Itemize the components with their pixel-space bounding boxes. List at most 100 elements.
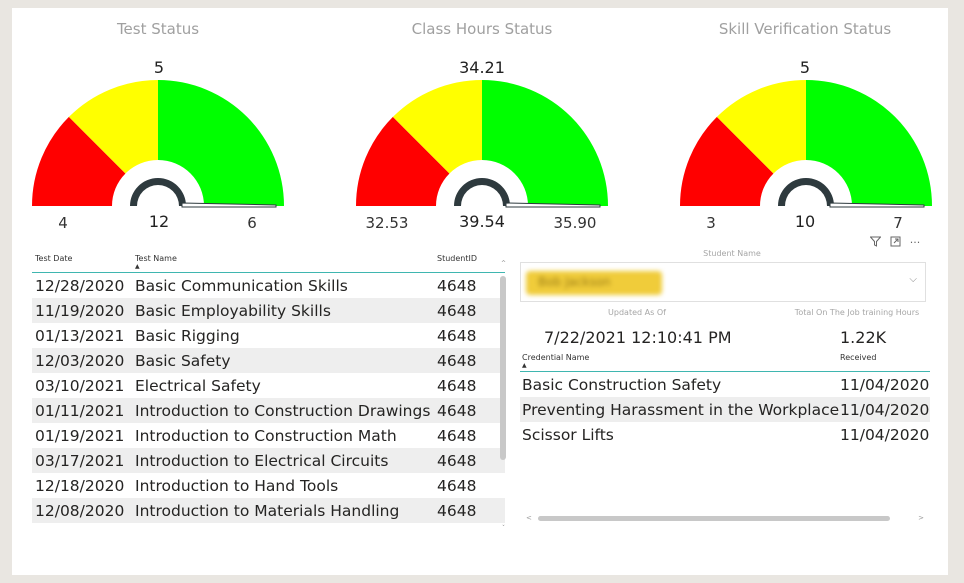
test-name-cell: Electrical Safety [135,376,261,395]
table-row[interactable]: Scissor Lifts 11/04/2020 [520,422,930,447]
test-table: Test Date Test Name StudentID ▲ 12/28/20… [32,254,505,523]
test-date-cell: 01/13/2021 [35,326,125,345]
table-row[interactable]: 01/13/2021 Basic Rigging 4648 [32,323,505,348]
student-id-cell: 4648 [437,476,477,495]
gauge-min-label: 4 [58,214,68,232]
scrollbar-thumb[interactable] [500,276,506,460]
slicer-label: Student Name [703,249,761,258]
report-canvas: Test Status 5 4 12 6 Class Hours Status … [12,8,948,575]
table-row[interactable]: 12/03/2020 Basic Safety 4648 [32,348,505,373]
gauge-chart [32,80,284,208]
test-date-cell: 12/08/2020 [35,501,125,520]
test-date-cell: 03/17/2021 [35,451,125,470]
table-row[interactable]: Preventing Harassment in the Workplace 11… [520,397,930,422]
table-header: Test Date Test Name StudentID ▲ [32,254,505,273]
received-date-cell: 11/04/2020 [840,375,930,394]
column-header-test-name[interactable]: Test Name [135,254,437,263]
table-body: 12/28/2020 Basic Communication Skills 4648… [32,273,505,523]
gauge-hub [778,178,834,206]
table-row[interactable]: 11/19/2020 Basic Employability Skills 4648 [32,298,505,323]
test-name-cell: Basic Employability Skills [135,301,331,320]
column-header-student-id[interactable]: StudentID [437,254,501,263]
chevron-down-icon[interactable]: ⌵ [909,274,917,285]
vertical-scrollbar[interactable]: ^ ˇ [499,260,508,532]
gauge-title: Class Hours Status [411,20,553,38]
gauge-value-label: 39.54 [459,212,505,231]
test-name-cell: Basic Rigging [135,326,240,345]
credential-name-cell: Preventing Harassment in the Workplace [522,400,840,419]
focus-mode-icon[interactable] [888,236,902,250]
test-name-cell: Introduction to Electrical Circuits [135,451,389,470]
column-header-credential-name[interactable]: Credential Name [520,353,840,371]
gauge-chart [356,80,608,208]
gauge-value-label: 12 [148,212,170,231]
gauge-max-label: 35.90 [553,214,597,232]
credential-name-cell: Basic Construction Safety [522,375,722,394]
student-name-value: Bob Jackson [526,271,662,295]
test-date-cell: 11/19/2020 [35,301,125,320]
table-row[interactable]: 12/18/2020 Introduction to Hand Tools 4648 [32,473,505,498]
test-name-cell: Introduction to Construction Drawings [135,401,431,420]
student-id-cell: 4648 [437,276,477,295]
gauge-chart [680,80,932,208]
sort-ascending-icon: ▲ [135,263,140,270]
credential-table: Credential Name Received ▲ Basic Constru… [520,353,930,447]
column-header-test-date[interactable]: Test Date [32,254,135,263]
visual-header-icons: ··· [868,236,922,250]
table-row[interactable]: 03/10/2021 Electrical Safety 4648 [32,373,505,398]
test-date-cell: 01/11/2021 [35,401,125,420]
gauge-title: Test Status [116,20,200,38]
student-name-slicer[interactable]: Bob Jackson ⌵ [520,262,926,302]
updated-value: 7/22/2021 12:10:41 PM [544,328,732,347]
gauge-max-label: 7 [893,214,903,232]
student-id-cell: 4648 [437,401,477,420]
table-row[interactable]: 03/17/2021 Introduction to Electrical Cir… [32,448,505,473]
student-id-cell: 4648 [437,501,477,520]
scroll-left-icon[interactable]: < [526,514,532,522]
test-date-cell: 12/18/2020 [35,476,125,495]
horizontal-scrollbar[interactable]: < > [524,514,926,523]
column-header-received[interactable]: Received [840,353,930,371]
gauge-min-label: 32.53 [365,214,409,232]
scroll-up-icon[interactable]: ^ [499,260,508,267]
filter-icon[interactable] [868,236,882,250]
gauge-target-label: 34.21 [459,58,505,77]
student-id-cell: 4648 [437,426,477,445]
test-date-cell: 12/03/2020 [35,351,125,370]
sort-ascending-icon: ▲ [522,362,527,369]
test-date-cell: 03/10/2021 [35,376,125,395]
test-name-cell: Introduction to Construction Math [135,426,397,445]
scroll-down-icon[interactable]: ˇ [499,525,508,532]
table-header: Credential Name Received ▲ [520,353,930,372]
gauge-target-label: 5 [153,58,165,77]
student-id-cell: 4648 [437,326,477,345]
table-row[interactable]: Basic Construction Safety 11/04/2020 [520,372,930,397]
table-row[interactable]: 01/11/2021 Introduction to Construction D… [32,398,505,423]
gauge-min-label: 3 [706,214,716,232]
credential-name-cell: Scissor Lifts [522,425,614,444]
hours-value: 1.22K [840,328,887,347]
student-id-cell: 4648 [437,376,477,395]
gauge-target-label: 5 [799,58,811,77]
more-options-icon[interactable]: ··· [908,236,922,250]
gauge-max-label: 6 [247,214,257,232]
hours-label: Total On The Job training Hours [794,308,920,317]
gauge-hub [130,178,186,206]
scroll-right-icon[interactable]: > [918,514,924,522]
table-body: Basic Construction Safety 11/04/2020 Preve… [520,372,930,447]
student-id-cell: 4648 [437,451,477,470]
test-name-cell: Introduction to Materials Handling [135,501,400,520]
table-row[interactable]: 12/28/2020 Basic Communication Skills 4648 [32,273,505,298]
table-row[interactable]: 12/08/2020 Introduction to Materials Hand… [32,498,505,523]
gauge-value-label: 10 [794,212,816,231]
test-date-cell: 01/19/2021 [35,426,125,445]
updated-label: Updated As Of [608,308,666,317]
received-date-cell: 11/04/2020 [840,400,930,419]
test-name-cell: Basic Safety [135,351,231,370]
table-row[interactable]: 01/19/2021 Introduction to Construction M… [32,423,505,448]
received-date-cell: 11/04/2020 [840,425,930,444]
student-id-cell: 4648 [437,301,477,320]
student-id-cell: 4648 [437,351,477,370]
test-name-cell: Introduction to Hand Tools [135,476,339,495]
scrollbar-thumb[interactable] [538,516,890,521]
